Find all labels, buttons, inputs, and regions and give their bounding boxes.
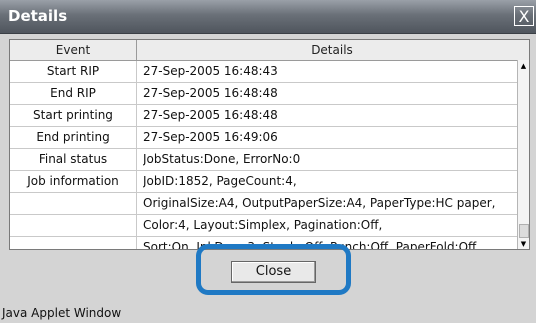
event-cell bbox=[10, 193, 137, 214]
table-row[interactable]: Job information JobID:1852, PageCount:4, bbox=[10, 171, 519, 193]
details-cell: JobID:1852, PageCount:4, bbox=[143, 174, 297, 188]
details-cell: OriginalSize:A4, OutputPaperSize:A4, Pap… bbox=[143, 196, 496, 210]
details-cell: 27-Sep-2005 16:49:06 bbox=[143, 130, 278, 144]
table-row[interactable]: Start printing 27-Sep-2005 16:48:48 bbox=[10, 105, 519, 127]
event-cell: Start RIP bbox=[10, 61, 137, 82]
table-row[interactable]: Final status JobStatus:Done, ErrorNo:0 bbox=[10, 149, 519, 171]
details-cell: JobStatus:Done, ErrorNo:0 bbox=[143, 152, 301, 166]
details-cell: Color:4, Layout:Simplex, Pagination:Off, bbox=[143, 218, 383, 232]
applet-window-label: Java Applet Window bbox=[2, 306, 122, 320]
event-cell bbox=[10, 237, 137, 249]
table-row[interactable]: Start RIP 27-Sep-2005 16:48:43 bbox=[10, 61, 519, 83]
table-row[interactable]: End printing 27-Sep-2005 16:49:06 bbox=[10, 127, 519, 149]
column-header-details[interactable]: Details bbox=[137, 40, 527, 60]
details-cell: 27-Sep-2005 16:48:48 bbox=[143, 86, 278, 100]
details-table: Event Details Start RIP 27-Sep-2005 16:4… bbox=[9, 39, 530, 250]
scroll-up-arrow-icon[interactable]: ▲ bbox=[518, 60, 529, 72]
details-cell: 27-Sep-2005 16:48:48 bbox=[143, 108, 278, 122]
event-cell: End printing bbox=[10, 127, 137, 148]
event-cell: Job information bbox=[10, 171, 137, 192]
column-header-event[interactable]: Event bbox=[10, 40, 137, 60]
table-header: Event Details bbox=[10, 40, 529, 61]
event-cell: Final status bbox=[10, 149, 137, 170]
vertical-scrollbar[interactable]: ▲ ▼ bbox=[517, 60, 529, 249]
event-cell bbox=[10, 215, 137, 236]
close-button-highlight bbox=[196, 244, 351, 295]
close-icon[interactable]: X bbox=[514, 6, 534, 26]
event-cell: Start printing bbox=[10, 105, 137, 126]
details-cell: 27-Sep-2005 16:48:43 bbox=[143, 64, 278, 78]
details-window: Details X Event Details Start RIP 27-Sep… bbox=[0, 0, 536, 323]
window-title: Details bbox=[8, 7, 68, 25]
table-row[interactable]: Color:4, Layout:Simplex, Pagination:Off, bbox=[10, 215, 519, 237]
scrollbar-thumb[interactable] bbox=[519, 224, 529, 238]
table-row[interactable]: End RIP 27-Sep-2005 16:48:48 bbox=[10, 83, 519, 105]
table-row[interactable]: OriginalSize:A4, OutputPaperSize:A4, Pap… bbox=[10, 193, 519, 215]
scroll-down-arrow-icon[interactable]: ▼ bbox=[518, 238, 529, 249]
title-bar[interactable]: Details X bbox=[0, 0, 536, 34]
event-cell: End RIP bbox=[10, 83, 137, 104]
